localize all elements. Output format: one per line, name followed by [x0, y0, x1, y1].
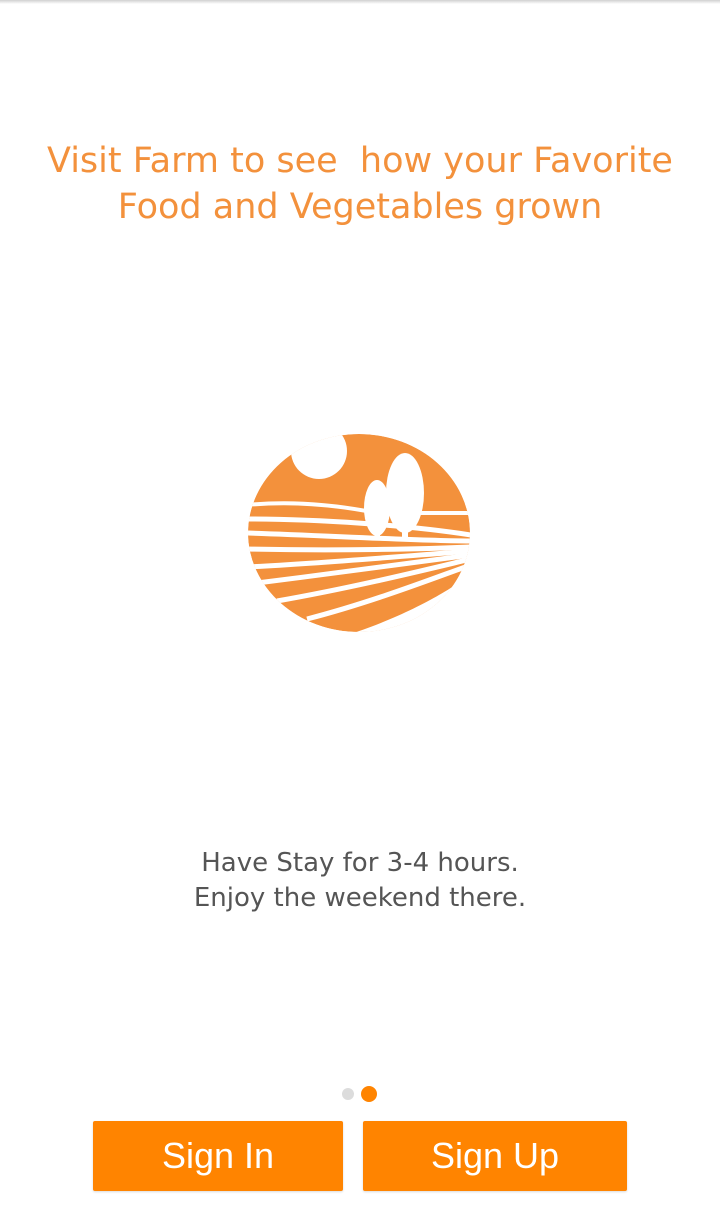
- onboarding-screen: Visit Farm to see how your Favorite Food…: [0, 0, 720, 1229]
- status-shadow: [0, 0, 720, 4]
- headline-line-1: Visit Farm to see how your Favorite: [47, 141, 673, 181]
- caption-line-1: Have Stay for 3-4 hours.: [201, 848, 519, 878]
- caption-line-2: Enjoy the weekend there.: [193, 883, 527, 913]
- headline-line-2: Food and Vegetables grown: [117, 187, 603, 227]
- onboarding-headline: Visit Farm to see how your Favorite Food…: [0, 138, 720, 230]
- page-dot-2-active[interactable]: [361, 1086, 377, 1102]
- sign-up-button[interactable]: Sign Up: [363, 1121, 627, 1191]
- page-indicator: [340, 1086, 380, 1102]
- farm-landscape-icon: [248, 434, 470, 632]
- page-dot-1[interactable]: [342, 1088, 354, 1100]
- sign-in-button[interactable]: Sign In: [93, 1121, 343, 1191]
- onboarding-caption: Have Stay for 3-4 hours. Enjoy the weeke…: [0, 846, 720, 916]
